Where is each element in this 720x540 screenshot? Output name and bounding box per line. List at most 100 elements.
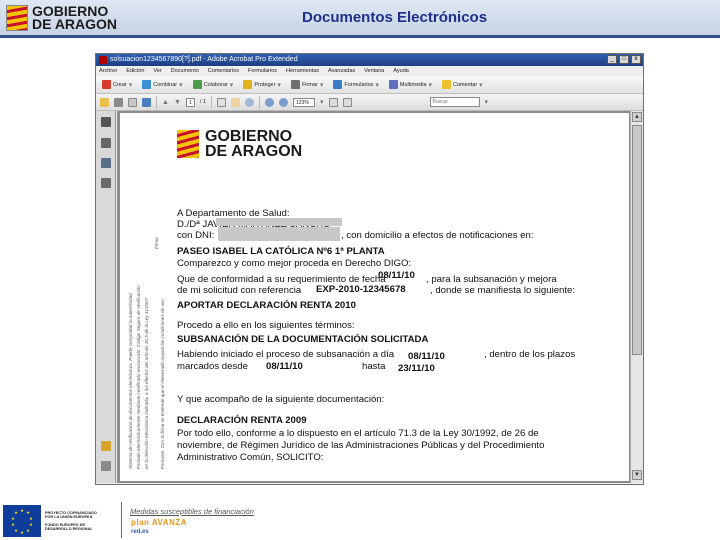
create-button[interactable]: Crear ▾ [100,78,134,91]
comment-button[interactable]: Comentar ▾ [440,78,485,91]
fit-page-icon[interactable] [328,97,338,107]
comments-panel-icon[interactable] [101,441,111,451]
search-dropdown-icon[interactable]: ▾ [485,98,489,106]
email-icon[interactable] [128,97,137,107]
page-number-input[interactable]: 1 [185,97,195,107]
por-todo-text: Por todo ello, conforme a lo dispuesto e… [177,428,539,439]
previous-page-icon[interactable]: ▲ [162,99,169,106]
comment-icon [442,80,452,89]
address-text: PASEO ISABEL LA CATÓLICA Nº6 1ª PLANTA [177,246,385,257]
fecha-hasta: 23/11/10 [398,363,435,374]
acrobat-icon [99,56,107,64]
zoom-level-select[interactable]: 123% [293,97,315,107]
close-button[interactable]: x [631,55,641,64]
aragon-flag-icon [177,130,199,158]
financing-note: Medidas susceptibles de financiación [130,507,254,516]
search-input[interactable]: Buscar [429,97,480,107]
margin-line: Firma [154,237,159,249]
menu-ventana[interactable]: Ventana [364,66,384,76]
comparezco-text: Comparezco y como mejor proceda en Derec… [177,258,412,269]
hasta-label: hasta [362,361,386,372]
task-toolbar: Crear ▾ Combinar ▾ Colaborar ▾ Proteger ▾ Fi… [96,76,643,94]
next-page-icon[interactable]: ▼ [174,99,181,106]
slide-header: GOBIERNO DE ARAGON Documentos Electrónic… [0,0,720,40]
menu-ver[interactable]: Ver [153,66,161,76]
combine-icon [142,80,152,89]
zoom-out-icon[interactable] [265,97,274,107]
solicitud-suffix: , donde se manifiesta lo siguiente: [430,285,576,296]
referencia-value: EXP-2010-12345678 [316,284,406,295]
attachments-icon[interactable] [101,138,111,148]
header-divider [0,35,720,38]
pdf-page: Sistema de verificación de documentos el… [120,113,629,481]
menu-avanzadas[interactable]: Avanzadas [328,66,355,76]
scroll-thumb[interactable] [632,125,642,355]
marcados-text: marcados desde [177,361,248,372]
scroll-down-icon[interactable]: ▼ [632,470,642,480]
forms-button[interactable]: Formularios ▾ [331,78,381,91]
hand-tool-icon[interactable] [231,97,240,107]
plan-avanza-logo: plan AVANZA [131,518,188,527]
navigation-panel [96,111,116,483]
save-icon[interactable] [142,97,151,107]
menu-edicion[interactable]: Edición [126,66,144,76]
paperclip-icon[interactable] [101,461,111,471]
form-icon [333,80,343,89]
menu-documento[interactable]: Documento [171,66,199,76]
eu-flag-icon: ★ ★ ★ ★ ★ ★ ★ ★ ★ ★ [3,505,41,537]
collaborate-icon [192,80,202,89]
select-tool-icon[interactable] [217,97,226,107]
dni-label: con DNI: [177,230,215,241]
maximize-button[interactable]: □ [619,55,629,64]
menu-comentarios[interactable]: Comentarios [208,66,239,76]
chevron-down-icon[interactable]: ▾ [320,98,324,106]
protect-button[interactable]: Proteger ▾ [241,78,283,91]
menu-herramientas[interactable]: Herramientas [286,66,319,76]
sign-button[interactable]: Firmar ▾ [289,78,325,91]
vertical-scrollbar[interactable]: ▲ ▼ [630,111,643,483]
verification-margin: Sistema de verificación de documentos el… [124,119,166,474]
navigation-toolbar: ▲ ▼ 1 / 1 123% ▾ Buscar ▾ [96,94,643,111]
collaborate-button[interactable]: Colaborar ▾ [191,78,236,91]
signatures-icon[interactable] [101,178,111,188]
menu-ayuda[interactable]: Ayuda [393,66,409,76]
minimize-button[interactable]: _ [607,55,617,64]
margin-line: Sistema de verificación de documentos el… [128,293,133,469]
administrativo-text: Administrativo Común, SOLICITO: [177,452,324,463]
domicilio-text: , con domicilio a efectos de notificacio… [341,230,534,241]
pages-icon[interactable] [101,117,111,127]
fecha-subsanacion: 08/11/10 [408,351,445,362]
acrobat-window: solsuacion1234567890[?].pdf - Adobe Acro… [95,53,644,485]
noviembre-text: noviembre, de Régimen Jurídico de las Ad… [177,440,545,451]
margin-line: Firmante. Con la firma se entiende que e… [160,299,165,469]
zoom-in-icon[interactable] [279,97,288,107]
document-viewer[interactable]: Sistema de verificación de documentos el… [117,111,630,483]
declaracion-text: DECLARACIÓN RENTA 2009 [177,415,307,426]
open-folder-icon[interactable] [100,97,109,107]
fit-width-icon[interactable] [342,97,352,107]
film-icon [388,80,398,89]
lock-icon [243,80,253,89]
gobierno-aragon-logo: GOBIERNO DE ARAGON [6,2,136,33]
menubar: Archivo Edición Ver Documento Comentario… [96,66,643,76]
document-logo: GOBIERNO DE ARAGON [177,129,302,160]
print-icon[interactable] [114,97,123,107]
redaction-dni [218,227,340,241]
menu-formularios[interactable]: Formularios [248,66,277,76]
window-titlebar: solsuacion1234567890[?].pdf - Adobe Acro… [96,54,643,66]
scroll-up-icon[interactable]: ▲ [632,112,642,122]
red-es-logo: red.es [131,529,149,535]
pen-icon [290,80,300,89]
aragon-flag-icon [6,4,28,31]
solicitud-text: de mi solicitud con referencia [177,285,302,296]
eu-funding-logo: ★ ★ ★ ★ ★ ★ ★ ★ ★ ★ PROYECTO COFINANCIAD… [0,502,118,540]
multimedia-button[interactable]: Multimedia ▾ [387,78,434,91]
layers-icon[interactable] [101,158,111,168]
menu-archivo[interactable]: Archivo [99,66,117,76]
que-suffix: , para la subsanación y mejora [426,274,557,285]
create-icon [102,80,111,89]
combine-button[interactable]: Combinar ▾ [140,78,184,91]
habiendo-text: Habiendo iniciado el proceso de subsanac… [177,349,395,360]
page-total: / 1 [199,99,206,105]
zoom-tool-icon[interactable] [245,97,254,107]
